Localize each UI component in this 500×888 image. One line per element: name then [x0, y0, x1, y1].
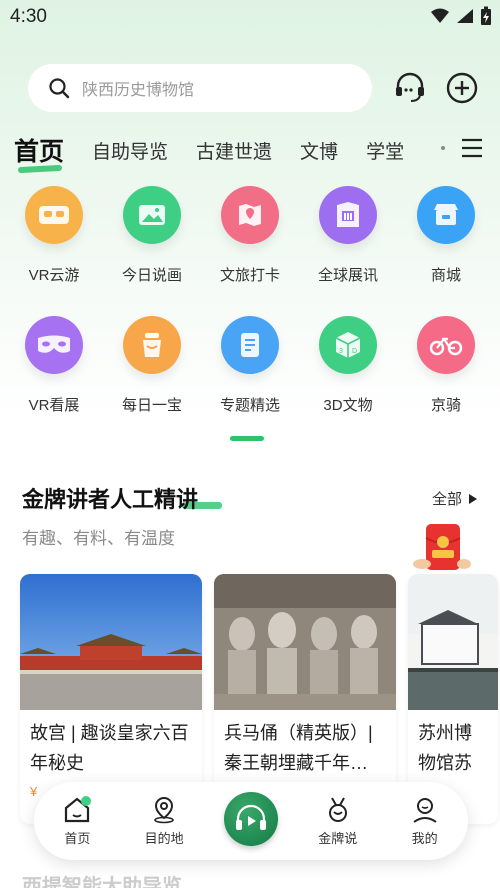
vr-tour-icon [25, 186, 83, 244]
feature-grid-row: VR云游 今日说画 文旅打卡 全球展讯 商城 [0, 182, 500, 312]
feature-label: VR看展 [28, 397, 80, 414]
terracotta-warriors-image [214, 574, 396, 710]
feature-label: 今日说画 [121, 267, 182, 284]
shop-icon [417, 186, 475, 244]
tab-home[interactable]: 首页 [14, 132, 64, 168]
feature-topics[interactable]: 专题精选 [206, 312, 294, 442]
tab-museum[interactable]: 文博 [300, 137, 338, 164]
card-title: 兵马俑（精英版）| 秦王朝埋藏千年… [224, 723, 373, 773]
search-input[interactable]: 陕西历史博物馆 [28, 64, 372, 112]
nav-label: 首页 [64, 830, 91, 846]
wifi-icon [431, 8, 449, 23]
nav-profile[interactable]: 我的 [390, 796, 460, 847]
add-button[interactable] [444, 70, 480, 106]
card-title: 苏州博物馆苏式风雅… [418, 723, 472, 773]
tab-overflow-dot [441, 146, 445, 150]
nav-label: 金牌说 [318, 830, 358, 846]
feature-shop[interactable]: 商城 [402, 182, 490, 312]
grid-page-indicator [230, 436, 264, 441]
bike-icon [417, 316, 475, 374]
search-icon [49, 78, 70, 99]
section-title: 金牌讲者人工精讲 [22, 482, 222, 514]
headphone-play-icon [235, 804, 266, 830]
nav-gold-lecturer[interactable]: 金牌说 [303, 796, 373, 847]
status-time: 4:30 [10, 6, 47, 27]
headset-icon [396, 72, 424, 102]
svg-text:D: D [352, 348, 357, 355]
medal-icon [328, 797, 347, 822]
home-icon [65, 795, 92, 822]
picture-icon [123, 186, 181, 244]
feature-label: 每日一宝 [121, 397, 182, 414]
suzhou-museum-image [408, 574, 498, 710]
location-pin-icon [154, 796, 174, 823]
feature-label: 文旅打卡 [219, 267, 280, 284]
customer-service-button[interactable] [392, 70, 428, 106]
svg-text:3: 3 [339, 348, 343, 355]
tab-academy[interactable]: 学堂 [366, 137, 404, 164]
bottom-navigation: 首页 目的地 金牌说 我的 [34, 782, 468, 860]
feature-daily-treasure[interactable]: 每日一宝 [108, 312, 196, 442]
document-icon [221, 316, 279, 374]
feature-grid: VR云游 今日说画 文旅打卡 全球展讯 商城 VR看展 每日一宝 专题精选 3 … [0, 182, 500, 442]
section-title-text: 金牌讲者人工精讲 [22, 487, 199, 512]
nav-label: 目的地 [144, 830, 184, 846]
feature-vr-exhibit[interactable]: VR看展 [10, 312, 98, 442]
nav-destination[interactable]: 目的地 [129, 796, 199, 847]
view-all-link[interactable]: 全部 [432, 488, 478, 509]
feature-vr-tour[interactable]: VR云游 [10, 182, 98, 312]
plus-circle-icon [446, 72, 478, 104]
cube-3d-icon: 3D [319, 316, 377, 374]
tab-heritage[interactable]: 古建世遗 [196, 137, 272, 164]
search-placeholder: 陕西历史博物馆 [82, 82, 195, 99]
category-tabs: 首页 自助导览 古建世遗 文博 学堂 [14, 130, 490, 170]
tab-self-guide[interactable]: 自助导览 [92, 137, 168, 164]
signal-icon [457, 9, 473, 23]
section-subtitle: 有趣、有料、有温度 [22, 529, 175, 548]
forbidden-city-image [20, 574, 202, 710]
feature-label: 全球展讯 [317, 267, 378, 284]
feature-3d-relics[interactable]: 3D 3D文物 [304, 312, 392, 442]
nav-audio-player[interactable] [216, 792, 286, 850]
next-section-title: 西提智能大助导览 [22, 876, 182, 888]
map-pin-icon [221, 186, 279, 244]
feature-global-exhibits[interactable]: 全球展讯 [304, 182, 392, 312]
feature-checkin[interactable]: 文旅打卡 [206, 182, 294, 312]
feature-label: 商城 [430, 267, 461, 284]
museum-icon [319, 186, 377, 244]
triangle-right-icon [469, 493, 477, 504]
nav-home[interactable]: 首页 [42, 795, 112, 847]
audio-play-button[interactable] [223, 792, 278, 846]
view-all-label: 全部 [431, 491, 462, 508]
red-packet-icon [413, 524, 471, 570]
card-title: 故宫 | 趣谈皇家六百年秘史 [30, 723, 189, 773]
red-packet-button[interactable] [412, 520, 472, 582]
feature-label: VR云游 [28, 267, 80, 284]
tab-menu-button[interactable] [460, 136, 484, 160]
nav-label: 我的 [411, 830, 438, 846]
feature-label: 京骑 [430, 397, 461, 414]
feature-label: 3D文物 [323, 397, 373, 414]
user-icon [412, 797, 437, 823]
feature-grid-row: VR看展 每日一宝 专题精选 3D 3D文物 京骑 [0, 312, 500, 442]
treasure-icon [123, 316, 181, 374]
feature-bike[interactable]: 京骑 [402, 312, 490, 442]
battery-icon [481, 6, 491, 25]
feature-daily-painting[interactable]: 今日说画 [108, 182, 196, 312]
status-icons [430, 6, 492, 26]
feature-label: 专题精选 [219, 397, 280, 414]
vr-goggles-icon [25, 316, 83, 374]
menu-icon [462, 138, 482, 158]
